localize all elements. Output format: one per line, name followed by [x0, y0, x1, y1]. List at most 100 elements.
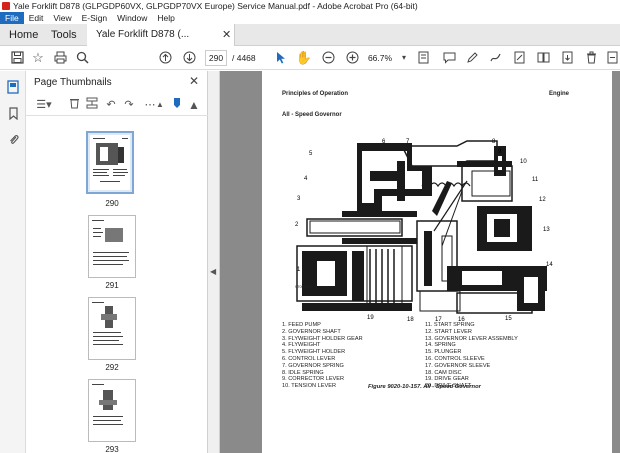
thumbnail-label-292: 292	[105, 363, 119, 372]
callout-18: 18	[407, 317, 414, 323]
rotate-cw-icon[interactable]: ↷	[121, 97, 137, 113]
panel-title: Page Thumbnails	[34, 77, 112, 88]
page-total: / 4468	[232, 53, 256, 63]
zoom-level-input[interactable]: 66.7%	[366, 50, 394, 66]
save-icon[interactable]	[8, 49, 26, 67]
callout-4: 4	[304, 176, 308, 182]
zoom-out-icon[interactable]	[319, 49, 337, 67]
legend-item: 3. FLYWEIGHT HOLDER GEAR	[282, 335, 363, 342]
zoom-out-thumbnails-icon[interactable]: ▲	[152, 97, 168, 113]
callout-1: 1	[297, 267, 301, 273]
collapse-panel-handle[interactable]: ◀	[208, 71, 220, 453]
legend-item: 17. GOVERNOR SLEEVE	[425, 362, 491, 369]
thumbnail-size-slider-icon[interactable]	[169, 97, 185, 113]
bookmark-star-icon[interactable]: ☆	[29, 49, 47, 67]
zoom-in-thumbnails-icon[interactable]: ▲	[186, 97, 202, 113]
page-thumbnails-panel: Page Thumbnails ✕ ☰▾ ↶ ↷ ⋯ ▲ ▲ 290 291 2…	[26, 71, 229, 453]
delete-pages-icon[interactable]	[66, 97, 82, 113]
tab-bar: Home Tools Yale Forklift D878 (... ✕	[0, 24, 620, 46]
legend-item: 14. SPRING	[425, 342, 456, 349]
legend-item: 7. GOVERNOR SPRING	[282, 362, 344, 369]
highlight-pen-icon[interactable]	[463, 49, 481, 67]
page-view-icon[interactable]	[414, 49, 432, 67]
legend-left: 1. FEED PUMP 2. GOVERNOR SHAFT 3. FLYWEI…	[282, 322, 363, 390]
thumbnail-page-292[interactable]	[88, 297, 136, 360]
hand-tool-icon[interactable]: ✋	[295, 49, 313, 67]
callout-3: 3	[297, 196, 301, 202]
rotate-ccw-icon[interactable]: ↶	[103, 97, 119, 113]
legend-item: 5. FLYWEIGHT HOLDER	[282, 349, 346, 356]
close-panel-icon[interactable]: ✕	[189, 74, 199, 88]
legend-item: 19. DRIVE GEAR	[425, 376, 469, 383]
zoom-dropdown-icon[interactable]: ▾	[395, 49, 413, 67]
callout-14: 14	[546, 262, 553, 268]
title-bar: Yale Forklift D878 (GLPGDP60VX, GLPGDP70…	[0, 0, 620, 12]
legend-right: 11. START SPRING 12. START LEVER 13. GOV…	[425, 322, 518, 390]
insert-page-icon[interactable]	[603, 49, 620, 67]
export-pdf-icon[interactable]	[558, 49, 576, 67]
fill-sign-icon[interactable]	[510, 49, 528, 67]
tab-tools[interactable]: Tools	[42, 24, 86, 46]
acrobat-icon	[2, 2, 10, 10]
delete-icon[interactable]	[582, 49, 600, 67]
figure-id: 9709N06F	[295, 284, 314, 289]
figure-caption: Figure 9020-10-157. All - Speed Governor	[368, 384, 481, 390]
thumbnail-label-293: 293	[105, 445, 119, 453]
tab-document[interactable]: Yale Forklift D878 (...	[87, 24, 235, 46]
callout-2: 2	[295, 222, 299, 228]
menu-window[interactable]: Window	[112, 12, 152, 24]
page-number-input[interactable]: 290	[205, 50, 227, 66]
callout-13: 13	[543, 227, 550, 233]
legend-item: 18. CAM DISC	[425, 369, 462, 376]
callout-19: 19	[367, 315, 374, 321]
legend-item: 9. CORRECTOR LEVER	[282, 376, 345, 383]
callout-11: 11	[532, 177, 539, 183]
legend-item: 13. GOVERNOR LEVER ASSEMBLY	[425, 335, 518, 342]
tab-home[interactable]: Home	[0, 24, 47, 46]
thumbnail-page-291[interactable]	[88, 215, 136, 278]
menu-help[interactable]: Help	[152, 12, 179, 24]
left-navigation-rail	[0, 71, 26, 453]
find-icon[interactable]	[73, 49, 91, 67]
legend-item: 11. START SPRING	[425, 322, 475, 328]
governor-diagram: 1 2 3 4 5 6 7 8 9 10 11 12 13 14 15 16 1…	[295, 139, 553, 323]
callout-5: 5	[309, 151, 313, 157]
next-page-icon[interactable]	[180, 49, 198, 67]
close-tab-icon[interactable]: ✕	[222, 24, 231, 46]
menu-edit[interactable]: Edit	[24, 12, 49, 24]
window-title: Yale Forklift D878 (GLPGDP60VX, GLPGDP70…	[13, 1, 418, 11]
thumbnail-list: 290 291 292 293	[26, 117, 196, 453]
legend-item: 12. START LEVER	[425, 328, 472, 335]
organize-pages-icon[interactable]	[534, 49, 552, 67]
legend-item: 16. CONTROL SLEEVE	[425, 355, 485, 362]
collapse-arrow-icon[interactable]: ◀	[210, 267, 216, 276]
menu-file[interactable]: File	[0, 12, 24, 24]
print-icon[interactable]	[51, 49, 69, 67]
callout-10: 10	[520, 159, 527, 165]
main-toolbar: ☆ 290 / 4468 ✋ 66.7% ▾	[0, 46, 620, 70]
thumbnail-label-291: 291	[105, 281, 119, 290]
thumbnail-toolbar: ☰▾ ↶ ↷ ⋯ ▲ ▲	[26, 94, 208, 116]
legend-item: 6. CONTROL LEVER	[282, 355, 336, 362]
document-view[interactable]: Principles of Operation Engine All - Spe…	[220, 71, 620, 453]
comment-icon[interactable]	[440, 49, 458, 67]
attachments-icon[interactable]	[5, 133, 21, 149]
legend-item: 10. TENSION LEVER	[282, 383, 336, 390]
legend-item: 8. IDLE SPRING	[282, 369, 324, 376]
previous-page-icon[interactable]	[156, 49, 174, 67]
thumbnail-options-icon[interactable]: ☰▾	[34, 97, 54, 113]
callout-8: 8	[492, 139, 496, 145]
callout-12: 12	[539, 197, 546, 203]
insert-pages-icon[interactable]	[84, 97, 100, 113]
zoom-in-icon[interactable]	[343, 49, 361, 67]
bookmarks-icon[interactable]	[5, 107, 21, 123]
thumbnail-page-290[interactable]	[86, 131, 134, 194]
menu-bar: File Edit View E-Sign Window Help	[0, 12, 620, 24]
draw-icon[interactable]	[486, 49, 504, 67]
select-cursor-icon[interactable]	[272, 49, 290, 67]
thumbnail-page-293[interactable]	[88, 379, 136, 442]
legend-item: 2. GOVERNOR SHAFT	[282, 328, 341, 335]
menu-esign[interactable]: E-Sign	[77, 12, 113, 24]
menu-view[interactable]: View	[48, 12, 76, 24]
page-thumbnails-icon[interactable]	[5, 80, 21, 96]
